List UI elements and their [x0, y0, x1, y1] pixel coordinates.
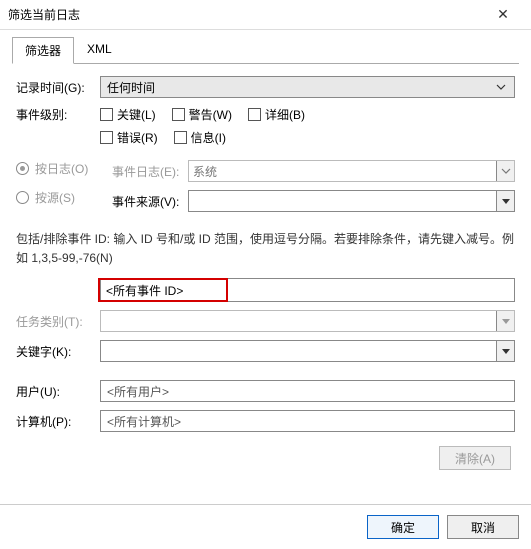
highlight-annotation: <所有事件 ID>: [98, 278, 228, 302]
content-area: 筛选器 XML 记录时间(G): 任何时间 事件级别: 关键(L): [0, 30, 531, 480]
checkbox-box: [172, 108, 185, 121]
checkbox-verbose-label: 详细(B): [265, 106, 305, 123]
task-category-select: [100, 310, 515, 332]
label-event-source: 事件来源(V):: [112, 193, 188, 210]
event-log-select: 系统: [188, 160, 515, 182]
radio-by-log-label: 按日志(O): [35, 160, 88, 177]
checkbox-error-label: 错误(R): [117, 129, 158, 146]
checkbox-critical[interactable]: 关键(L): [100, 106, 156, 123]
record-time-value: 任何时间: [107, 79, 155, 96]
computer-input[interactable]: <所有计算机>: [100, 410, 515, 432]
event-id-input[interactable]: <所有事件 ID>: [100, 278, 515, 302]
window-title: 筛选当前日志: [8, 6, 483, 23]
user-placeholder: <所有用户>: [107, 383, 169, 400]
ok-button-label: 确定: [391, 519, 415, 536]
cancel-button-label: 取消: [471, 519, 495, 536]
clear-button: 清除(A): [439, 446, 511, 470]
checkbox-warning[interactable]: 警告(W): [172, 106, 232, 123]
cancel-button[interactable]: 取消: [447, 515, 519, 539]
record-time-dropdown[interactable]: 任何时间: [100, 76, 515, 98]
label-record-time: 记录时间(G):: [16, 79, 100, 96]
tab-xml-label: XML: [87, 42, 112, 56]
event-source-select[interactable]: [188, 190, 515, 212]
event-log-value: 系统: [193, 163, 217, 180]
checkbox-box: [100, 108, 113, 121]
close-icon[interactable]: ✕: [483, 6, 523, 23]
clear-button-label: 清除(A): [455, 450, 495, 467]
checkbox-info[interactable]: 信息(I): [174, 129, 226, 146]
tab-filter[interactable]: 筛选器: [12, 37, 74, 64]
checkbox-error[interactable]: 错误(R): [100, 129, 158, 146]
checkbox-box: [248, 108, 261, 121]
radio-icon: [16, 191, 29, 204]
checkbox-verbose[interactable]: 详细(B): [248, 106, 305, 123]
label-event-level: 事件级别:: [16, 106, 100, 123]
checkbox-box: [100, 131, 113, 144]
chevron-down-icon: [496, 191, 514, 211]
keyword-select[interactable]: [100, 340, 515, 362]
radio-icon: [16, 162, 29, 175]
chevron-down-icon: [496, 311, 514, 331]
event-id-placeholder: <所有事件 ID>: [106, 282, 183, 299]
ok-button[interactable]: 确定: [367, 515, 439, 539]
radio-by-source-label: 按源(S): [35, 189, 75, 206]
radio-by-log: 按日志(O): [16, 160, 100, 177]
tab-xml[interactable]: XML: [74, 37, 125, 64]
tab-filter-label: 筛选器: [25, 44, 61, 58]
chevron-down-icon: [496, 341, 514, 361]
event-id-hint: 包括/排除事件 ID: 输入 ID 号和/或 ID 范围，使用逗号分隔。若要排除…: [16, 230, 515, 268]
radio-by-source: 按源(S): [16, 189, 100, 206]
checkbox-critical-label: 关键(L): [117, 106, 156, 123]
label-keyword: 关键字(K):: [16, 343, 100, 360]
label-task-category: 任务类别(T):: [16, 313, 100, 330]
label-user: 用户(U):: [16, 383, 100, 400]
dialog-footer: 确定 取消: [0, 505, 531, 549]
checkbox-info-label: 信息(I): [191, 129, 226, 146]
checkbox-box: [174, 131, 187, 144]
chevron-down-icon: [496, 161, 514, 181]
user-input[interactable]: <所有用户>: [100, 380, 515, 402]
titlebar: 筛选当前日志 ✕: [0, 0, 531, 30]
tab-strip: 筛选器 XML: [12, 36, 519, 64]
label-computer: 计算机(P):: [16, 413, 100, 430]
label-event-log: 事件日志(E):: [112, 163, 188, 180]
filter-panel: 记录时间(G): 任何时间 事件级别: 关键(L) 警告(W): [12, 64, 519, 480]
computer-placeholder: <所有计算机>: [107, 413, 181, 430]
checkbox-warning-label: 警告(W): [189, 106, 232, 123]
